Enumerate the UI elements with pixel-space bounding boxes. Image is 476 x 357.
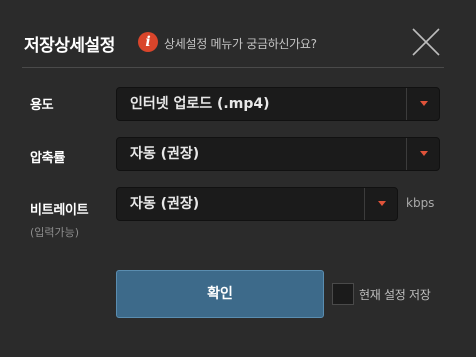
bitrate-sub-label: (입력가능) [30,226,80,239]
bitrate-select-value: 자동 (권장) [130,196,200,212]
header-divider [22,67,444,68]
save-settings-label[interactable]: 현재 설정 저장 [359,286,431,303]
chevron-down-icon [420,151,428,156]
info-icon[interactable]: i [138,32,158,52]
select-divider [406,88,407,120]
close-button[interactable] [410,26,442,58]
close-icon [412,28,440,56]
chevron-down-icon [378,201,386,206]
usage-select-value: 인터넷 업로드 (.mp4) [130,96,270,112]
bitrate-label: 비트레이트 [30,203,89,218]
save-settings-checkbox[interactable] [332,283,354,305]
usage-select[interactable]: 인터넷 업로드 (.mp4) [116,87,440,121]
select-divider [364,188,365,220]
dialog-header: 저장상세설정 i 상세설정 메뉴가 궁금하신가요? [0,0,476,68]
chevron-down-icon [420,101,428,106]
save-settings-dialog: 저장상세설정 i 상세설정 메뉴가 궁금하신가요? 용도 인터넷 업로드 (.m… [0,0,476,357]
compression-select-value: 자동 (권장) [130,146,200,162]
confirm-button[interactable]: 확인 [116,270,324,318]
usage-label: 용도 [30,98,54,113]
compression-select[interactable]: 자동 (권장) [116,137,440,171]
dialog-title: 저장상세설정 [24,36,115,56]
select-divider [406,138,407,170]
compression-label: 압축률 [30,151,65,166]
bitrate-unit: kbps [406,196,435,210]
help-link[interactable]: 상세설정 메뉴가 궁금하신가요? [164,35,317,52]
bitrate-select[interactable]: 자동 (권장) [116,187,398,221]
